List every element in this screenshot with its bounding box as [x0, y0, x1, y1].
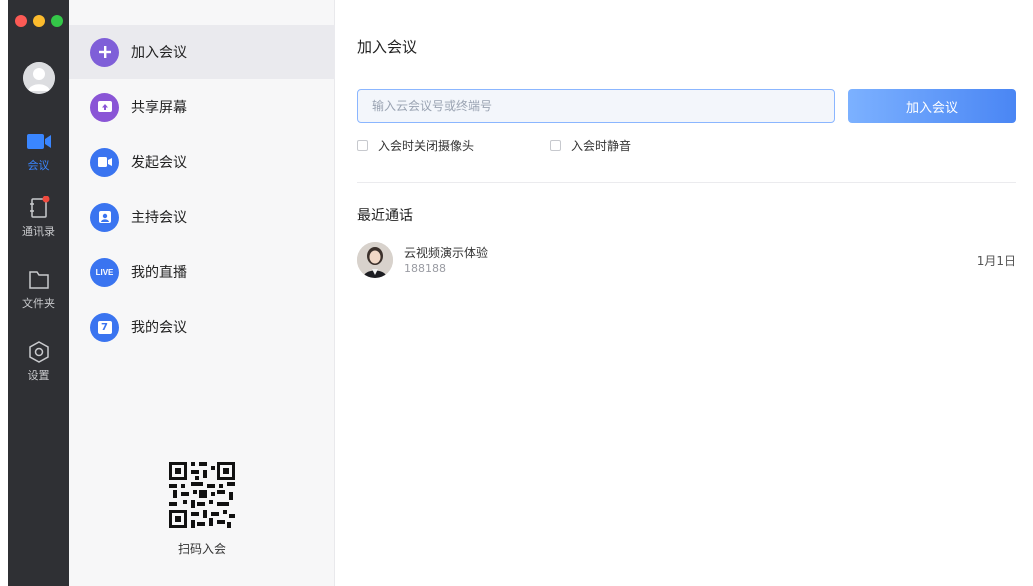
- app-window: 会议 通讯录 文件夹 设置 加入会议 共享屏幕 发起会议 主持会议 LIVE 我…: [0, 0, 1033, 586]
- window-controls: [15, 15, 63, 27]
- option-mute[interactable]: 入会时静音: [550, 137, 631, 154]
- divider: [357, 182, 1016, 183]
- menu-item-label: 共享屏幕: [131, 100, 187, 116]
- action-menu: 加入会议 共享屏幕 发起会议 主持会议 LIVE 我的直播 7 我的会议 扫码入…: [69, 0, 335, 586]
- mute-checkbox[interactable]: [550, 140, 561, 151]
- settings-icon: [28, 341, 49, 363]
- menu-item-share-screen[interactable]: 共享屏幕: [69, 80, 335, 134]
- contact-name: 云视频演示体验: [404, 246, 489, 260]
- live-icon: LIVE: [90, 257, 119, 287]
- maximize-window-button[interactable]: [51, 15, 63, 27]
- option-label: 入会时关闭摄像头: [378, 139, 475, 153]
- live-badge-text: LIVE: [95, 267, 114, 277]
- menu-item-my-meetings[interactable]: 7 我的会议: [69, 300, 335, 354]
- rail-item-label: 会议: [27, 159, 50, 172]
- option-camera-off[interactable]: 入会时关闭摄像头: [357, 137, 474, 154]
- join-meeting-button[interactable]: 加入会议: [848, 89, 1016, 123]
- calendar-icon: 7: [90, 312, 119, 342]
- video-camera-icon: [90, 147, 119, 177]
- contact-photo-icon: [357, 242, 393, 278]
- rail-item-settings[interactable]: 设置: [8, 340, 69, 383]
- window-edge: [0, 0, 8, 586]
- close-window-button[interactable]: [15, 15, 27, 27]
- page-title: 加入会议: [357, 38, 418, 56]
- qr-label: 扫码入会: [177, 542, 226, 556]
- rail-item-label: 文件夹: [22, 297, 55, 310]
- left-rail: 会议 通讯录 文件夹 设置: [8, 0, 69, 586]
- join-meeting-panel: 加入会议 加入会议 入会时关闭摄像头 入会时静音 最近通话 云视: [336, 0, 1033, 586]
- meeting-id-input[interactable]: [357, 89, 835, 123]
- minimize-window-button[interactable]: [33, 15, 45, 27]
- menu-item-label: 主持会议: [131, 210, 187, 226]
- recent-calls-title: 最近通话: [357, 208, 413, 224]
- menu-item-label: 我的直播: [131, 265, 187, 281]
- menu-item-start-meeting[interactable]: 发起会议: [69, 135, 335, 189]
- contact-avatar: [357, 242, 393, 278]
- menu-item-label: 我的会议: [131, 320, 187, 336]
- host-icon: [90, 202, 119, 232]
- menu-item-host-meeting[interactable]: 主持会议: [69, 190, 335, 244]
- call-date: 1月1日: [976, 254, 1016, 268]
- rail-item-folder[interactable]: 文件夹: [8, 268, 69, 311]
- rail-item-contacts[interactable]: 通讯录: [8, 196, 69, 239]
- qr-code-icon[interactable]: [167, 460, 237, 530]
- folder-icon: [28, 271, 49, 289]
- rail-item-label: 通讯录: [22, 225, 55, 238]
- camera-off-checkbox[interactable]: [357, 140, 368, 151]
- rail-item-label: 设置: [27, 369, 50, 382]
- calendar-digit: 7: [97, 320, 112, 334]
- menu-item-my-live[interactable]: LIVE 我的直播: [69, 245, 335, 299]
- share-screen-icon: [90, 92, 119, 122]
- recent-call-item[interactable]: 云视频演示体验 188188 1月1日: [357, 240, 1016, 280]
- menu-item-label: 加入会议: [131, 45, 187, 61]
- rail-item-meeting[interactable]: 会议: [8, 130, 69, 173]
- contacts-icon: [29, 196, 49, 218]
- option-label: 入会时静音: [571, 139, 632, 153]
- menu-item-label: 发起会议: [131, 155, 187, 171]
- menu-item-join-meeting[interactable]: 加入会议: [69, 25, 335, 79]
- contact-number: 188188: [404, 262, 446, 275]
- default-avatar-icon: [23, 62, 55, 94]
- user-avatar[interactable]: [23, 62, 55, 94]
- plus-icon: [90, 37, 119, 67]
- video-camera-icon: [26, 134, 51, 149]
